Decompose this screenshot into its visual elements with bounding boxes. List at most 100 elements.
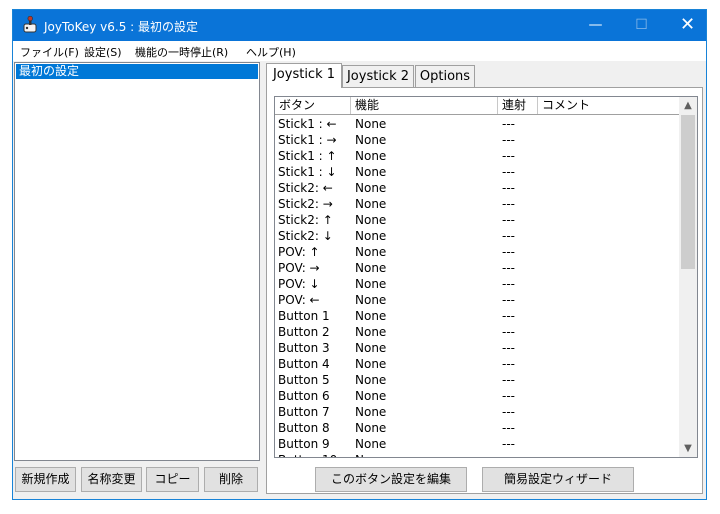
- cell-button: POV: →: [278, 261, 320, 275]
- cell-function: None: [355, 357, 387, 371]
- table-row[interactable]: POV: → None ---: [275, 260, 679, 276]
- column-header-button[interactable]: ボタン: [275, 97, 351, 114]
- scroll-down-icon[interactable]: ▼: [679, 440, 697, 457]
- column-header-comment[interactable]: コメント: [538, 97, 679, 114]
- cell-rapid-fire: ---: [502, 245, 515, 259]
- copy-config-button[interactable]: コピー: [146, 467, 199, 492]
- maximize-button[interactable]: ☐: [619, 10, 664, 41]
- tab-joystick-1[interactable]: Joystick 1: [266, 63, 342, 88]
- cell-function: None: [355, 452, 386, 457]
- cell-function: None: [355, 181, 387, 195]
- table-row[interactable]: Button 3 None ---: [275, 340, 679, 356]
- table-row[interactable]: Button 4 None ---: [275, 356, 679, 372]
- menu-settings[interactable]: 設定(S): [84, 44, 122, 60]
- close-button[interactable]: ✕: [665, 10, 710, 41]
- table-row[interactable]: Button 10 None ---: [275, 452, 679, 457]
- table-row[interactable]: Button 1 None ---: [275, 308, 679, 324]
- app-window: JoyToKey v6.5 : 最初の設定 — ☐ ✕ ファイル(F) 設定(S…: [12, 9, 707, 500]
- cell-rapid-fire: ---: [502, 309, 515, 323]
- config-list-item-selected[interactable]: 最初の設定: [16, 64, 258, 79]
- joystick-1-panel: ボタン 機能 連射 コメント Stick1 : ← None --- Stick1 :…: [266, 87, 703, 494]
- cell-rapid-fire: ---: [502, 229, 515, 243]
- menu-pause[interactable]: 機能の一時停止(R): [135, 44, 228, 60]
- column-header-rapid-fire[interactable]: 連射: [498, 97, 538, 114]
- scrollbar-thumb[interactable]: [681, 115, 695, 269]
- rename-config-button[interactable]: 名称変更: [81, 467, 142, 492]
- cell-button: Button 2: [278, 325, 330, 339]
- cell-button: Button 6: [278, 389, 330, 403]
- table-row[interactable]: Stick1 : ↓ None ---: [275, 164, 679, 180]
- window-title: JoyToKey v6.5 : 最初の設定: [44, 20, 199, 34]
- cell-rapid-fire: ---: [502, 149, 515, 163]
- new-config-button[interactable]: 新規作成: [15, 467, 76, 492]
- menu-file[interactable]: ファイル(F): [20, 44, 79, 60]
- cell-rapid-fire: ---: [502, 197, 515, 211]
- button-assignment-table[interactable]: ボタン 機能 連射 コメント Stick1 : ← None --- Stick1 :…: [274, 96, 698, 458]
- table-row[interactable]: Button 2 None ---: [275, 324, 679, 340]
- edit-button-setting-button[interactable]: このボタン設定を編集: [315, 467, 467, 492]
- cell-button: Button 7: [278, 405, 330, 419]
- cell-button: Button 1: [278, 309, 330, 323]
- minimize-button[interactable]: —: [573, 10, 618, 41]
- cell-button: POV: ←: [278, 293, 320, 307]
- config-list[interactable]: 最初の設定: [14, 62, 260, 461]
- cell-rapid-fire: ---: [502, 405, 515, 419]
- table-row[interactable]: POV: ↓ None ---: [275, 276, 679, 292]
- table-row[interactable]: Button 9 None ---: [275, 436, 679, 452]
- table-row[interactable]: Button 7 None ---: [275, 404, 679, 420]
- table-row[interactable]: Button 5 None ---: [275, 372, 679, 388]
- table-row[interactable]: Stick1 : ↑ None ---: [275, 148, 679, 164]
- column-header-function[interactable]: 機能: [351, 97, 498, 114]
- cell-button: Button 5: [278, 373, 330, 387]
- table-row[interactable]: POV: ↑ None ---: [275, 244, 679, 260]
- cell-function: None: [355, 421, 387, 435]
- cell-button: Button 3: [278, 341, 330, 355]
- cell-rapid-fire: ---: [502, 325, 515, 339]
- cell-rapid-fire: ---: [502, 437, 515, 451]
- table-row[interactable]: Stick2: ← None ---: [275, 180, 679, 196]
- delete-config-button[interactable]: 削除: [204, 467, 258, 492]
- cell-function: None: [355, 373, 387, 387]
- cell-rapid-fire: ---: [502, 277, 515, 291]
- cell-rapid-fire: ---: [502, 421, 515, 435]
- table-row[interactable]: Stick1 : → None ---: [275, 132, 679, 148]
- cell-button: Button 9: [278, 437, 330, 451]
- cell-rapid-fire: ---: [502, 133, 515, 147]
- setup-wizard-button[interactable]: 簡易設定ウィザード: [482, 467, 634, 492]
- cell-function: None: [355, 117, 387, 131]
- table-row[interactable]: Button 6 None ---: [275, 388, 679, 404]
- cell-rapid-fire: ---: [502, 261, 515, 275]
- cell-rapid-fire: ---: [502, 373, 515, 387]
- cell-button: Stick2: ↓: [278, 229, 333, 243]
- cell-button: Button 10: [278, 452, 337, 457]
- cell-rapid-fire: ---: [502, 165, 515, 179]
- cell-function: None: [355, 149, 387, 163]
- table-row[interactable]: Stick2: → None ---: [275, 196, 679, 212]
- table-row[interactable]: Stick2: ↑ None ---: [275, 212, 679, 228]
- title-bar[interactable]: JoyToKey v6.5 : 最初の設定 — ☐ ✕: [13, 10, 706, 41]
- table-body: Stick1 : ← None --- Stick1 : → None --- Stick1…: [275, 116, 679, 457]
- tab-joystick-2[interactable]: Joystick 2: [342, 65, 414, 87]
- cell-function: None: [355, 389, 387, 403]
- table-header: ボタン 機能 連射 コメント: [275, 97, 679, 115]
- scroll-up-icon[interactable]: ▲: [679, 97, 697, 114]
- cell-function: None: [355, 277, 387, 291]
- cell-button: Stick1 : ↑: [278, 149, 337, 163]
- cell-function: None: [355, 213, 387, 227]
- cell-rapid-fire: ---: [502, 213, 515, 227]
- cell-function: None: [355, 437, 387, 451]
- vertical-scrollbar[interactable]: ▲ ▼: [679, 97, 697, 457]
- menu-help[interactable]: ヘルプ(H): [246, 44, 296, 60]
- cell-button: Stick2: ↑: [278, 213, 333, 227]
- table-row[interactable]: POV: ← None ---: [275, 292, 679, 308]
- tab-options[interactable]: Options: [415, 65, 475, 87]
- cell-function: None: [355, 405, 387, 419]
- table-row[interactable]: Stick2: ↓ None ---: [275, 228, 679, 244]
- menu-bar: ファイル(F) 設定(S) 機能の一時停止(R) ヘルプ(H): [13, 41, 706, 61]
- cell-function: None: [355, 261, 387, 275]
- cell-button: Stick1 : ←: [278, 117, 337, 131]
- cell-function: None: [355, 245, 387, 259]
- table-row[interactable]: Button 8 None ---: [275, 420, 679, 436]
- table-row[interactable]: Stick1 : ← None ---: [275, 116, 679, 132]
- cell-function: None: [355, 165, 387, 179]
